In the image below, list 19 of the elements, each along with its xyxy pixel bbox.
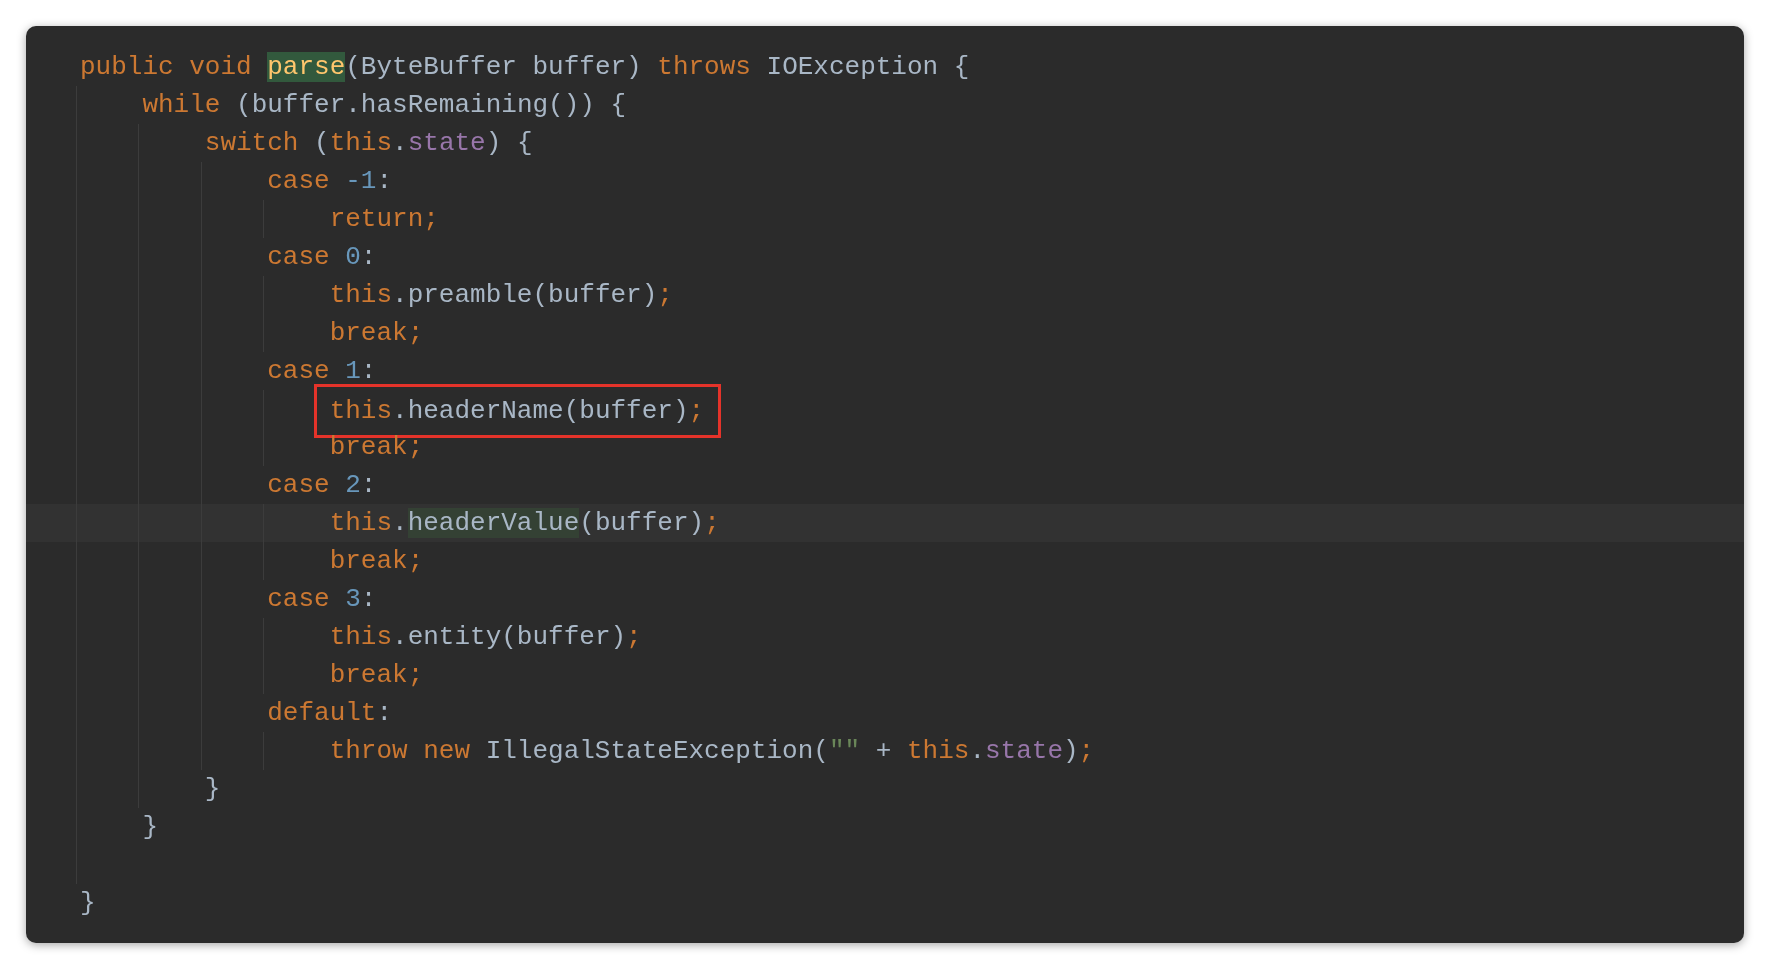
code-line: this.entity(buffer);	[328, 621, 642, 654]
code-line: default:	[266, 697, 393, 730]
code-line: this.preamble(buffer);	[328, 279, 673, 312]
code-line: case -1:	[266, 165, 393, 198]
code-line: }	[79, 887, 96, 920]
code-line: }	[203, 773, 221, 806]
code-line: case 3:	[266, 583, 377, 616]
code-line: public void parse(ByteBuffer buffer) throws IOException {	[79, 51, 970, 84]
code-line: break;	[328, 659, 424, 692]
code-line: this.headerValue(buffer);	[328, 507, 720, 540]
code-line: break;	[328, 545, 424, 578]
code-line: return;	[328, 203, 439, 236]
code-line: while (buffer.hasRemaining()) {	[141, 89, 627, 122]
code-line: throw new IllegalStateException("" + this.state);	[328, 735, 1095, 768]
code-line: }	[141, 811, 158, 844]
code-line: case 0:	[266, 241, 377, 274]
code-line: switch (this.state) {	[203, 127, 533, 160]
code-line: break;	[328, 317, 424, 350]
code-line: case 2:	[266, 469, 377, 502]
